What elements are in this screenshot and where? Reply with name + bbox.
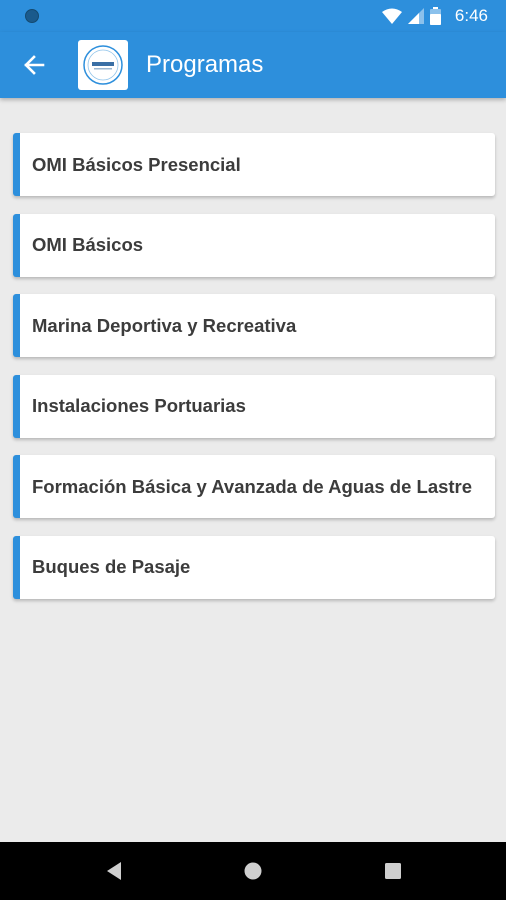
navigation-bar xyxy=(0,842,506,900)
app-bar: Programas xyxy=(0,32,506,98)
app-logo xyxy=(78,40,128,90)
program-label: Formación Básica y Avanzada de Aguas de … xyxy=(32,475,473,497)
program-list: OMI Básicos Presencial OMI Básicos Marin… xyxy=(13,133,495,616)
program-item-instalaciones-portuarias[interactable]: Instalaciones Portuarias xyxy=(13,374,495,438)
program-item-omi-basicos[interactable]: OMI Básicos xyxy=(13,213,495,277)
square-recents-icon xyxy=(385,863,401,879)
program-item-omi-basicos-presencial[interactable]: OMI Básicos Presencial xyxy=(13,133,495,196)
page-title: Programas xyxy=(146,51,264,78)
program-item-buques-de-pasaje[interactable]: Buques de Pasaje xyxy=(13,535,495,599)
nav-back-button[interactable] xyxy=(84,842,144,900)
status-bar: 6:46 xyxy=(0,0,506,32)
wifi-icon xyxy=(381,8,402,24)
circle-home-icon xyxy=(244,862,262,880)
nav-home-button[interactable] xyxy=(223,842,283,900)
nav-recents-button[interactable] xyxy=(363,842,423,900)
status-icons: 6:46 xyxy=(381,5,488,27)
status-time: 6:46 xyxy=(454,6,488,25)
battery-icon xyxy=(429,7,441,25)
program-label: OMI Básicos xyxy=(32,234,144,255)
triangle-back-icon xyxy=(107,862,121,880)
program-item-aguas-de-lastre[interactable]: Formación Básica y Avanzada de Aguas de … xyxy=(13,455,495,518)
program-label: OMI Básicos Presencial xyxy=(32,153,241,175)
program-label: Instalaciones Portuarias xyxy=(32,395,246,416)
logo-icon xyxy=(83,45,123,85)
program-label: Marina Deportiva y Recreativa xyxy=(32,314,297,336)
program-item-marina-deportiva[interactable]: Marina Deportiva y Recreativa xyxy=(13,294,495,357)
back-button[interactable] xyxy=(16,48,52,82)
notification-icon xyxy=(25,9,39,23)
cellular-signal-icon xyxy=(407,8,424,24)
program-label: Buques de Pasaje xyxy=(32,556,191,577)
arrow-left-icon xyxy=(24,55,45,75)
